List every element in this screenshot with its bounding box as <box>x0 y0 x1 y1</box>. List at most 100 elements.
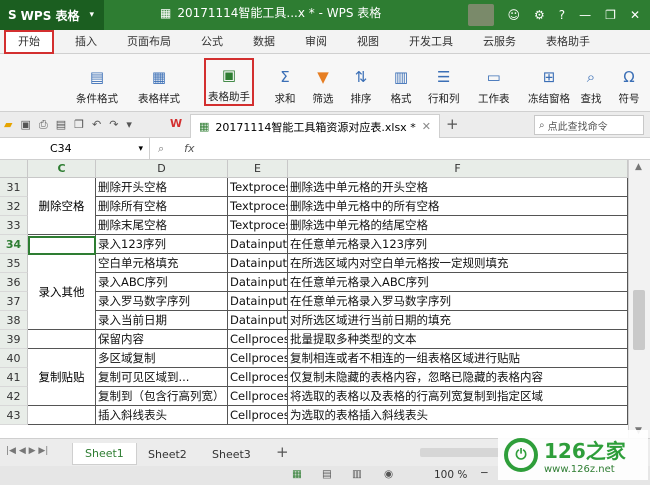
formula-input[interactable] <box>195 139 650 159</box>
spreadsheet-grid[interactable]: C D E F 31 删除开头空格Textprocess删除选中单元格的开头空格 3… <box>0 160 628 438</box>
sheet-tab-2[interactable]: Sheet2 <box>136 443 199 465</box>
find-button[interactable]: ⌕ 查找 <box>580 58 602 106</box>
table-cell-c[interactable] <box>28 330 96 349</box>
document-title-tab[interactable]: ▦ 20171114智能工具...x * - WPS 表格 <box>160 4 381 21</box>
row-header[interactable]: 40 <box>0 349 28 368</box>
tab-home[interactable]: 开始 <box>4 29 54 54</box>
row-header[interactable]: 37 <box>0 292 28 311</box>
tab-cloud[interactable]: 云服务 <box>468 30 531 54</box>
table-cell-e[interactable]: Textprocess <box>228 197 288 216</box>
table-cell-f[interactable]: 在所选区域内对空白单元格按一定规则填充 <box>288 254 628 273</box>
name-box[interactable]: C34 ▾ <box>0 137 150 160</box>
table-cell-e[interactable]: Cellprocess <box>228 349 288 368</box>
freeze-panes-button[interactable]: ⊞ 冻结窗格 <box>528 58 570 106</box>
wps-w-icon[interactable]: W <box>170 117 182 130</box>
copy-icon[interactable]: ❐ <box>74 118 84 132</box>
tab-table-assistant[interactable]: 表格助手 <box>531 30 605 54</box>
zoom-out-icon[interactable]: − <box>480 467 489 479</box>
table-cell-d[interactable]: 删除末尾空格 <box>96 216 228 235</box>
active-cell-highlight[interactable] <box>28 236 96 255</box>
zoom-level[interactable]: 100 % <box>434 469 467 481</box>
table-cell-e[interactable]: Datainput <box>228 273 288 292</box>
table-cell-e[interactable]: Cellprocess <box>228 330 288 349</box>
sheet-tab-3[interactable]: Sheet3 <box>200 443 263 465</box>
fx-button[interactable]: fx <box>164 142 194 155</box>
filter-button[interactable]: ▼ 筛选 <box>312 58 334 106</box>
row-header[interactable]: 39 <box>0 330 28 349</box>
reading-view-icon[interactable]: ◉ <box>384 468 393 480</box>
more-icon[interactable]: ▾ <box>126 118 132 132</box>
add-sheet-button[interactable]: + <box>276 443 289 461</box>
table-cell-d[interactable]: 录入123序列 <box>96 235 228 254</box>
table-cell-f[interactable]: 对所选区域进行当前日期的填充 <box>288 311 628 330</box>
table-cell-d[interactable]: 删除所有空格 <box>96 197 228 216</box>
table-cell-f[interactable]: 在任意单元格录入罗马数字序列 <box>288 292 628 311</box>
sheet-tab-1[interactable]: Sheet1 <box>72 443 137 465</box>
row-header[interactable]: 34 <box>0 235 28 254</box>
tab-review[interactable]: 审阅 <box>290 30 342 54</box>
preview-icon[interactable]: ▤ <box>56 118 66 132</box>
table-cell-d[interactable]: 插入斜线表头 <box>96 406 228 425</box>
format-button[interactable]: ▥ 格式 <box>390 58 412 106</box>
column-header-f[interactable]: F <box>288 160 628 178</box>
table-cell-d[interactable]: 多区域复制 <box>96 349 228 368</box>
select-all-corner[interactable] <box>0 160 28 178</box>
table-cell-d[interactable]: 录入ABC序列 <box>96 273 228 292</box>
page-break-view-icon[interactable]: ▥ <box>352 468 362 480</box>
file-tab[interactable]: ▦ 20171114智能工具箱资源对应表.xlsx * ✕ <box>190 114 440 138</box>
table-cell-f[interactable]: 为选取的表格插入斜线表头 <box>288 406 628 425</box>
table-cell-e[interactable]: Datainput <box>228 292 288 311</box>
table-assistant-button[interactable]: ▣ 表格助手 <box>204 58 254 106</box>
tab-data[interactable]: 数据 <box>238 30 290 54</box>
tab-insert[interactable]: 插入 <box>60 30 112 54</box>
table-cell-e[interactable]: Cellprocess <box>228 368 288 387</box>
row-header[interactable]: 38 <box>0 311 28 330</box>
worksheet-button[interactable]: ▭ 工作表 <box>478 58 510 106</box>
sort-button[interactable]: ⇅ 排序 <box>350 58 372 106</box>
restore-button[interactable]: ❐ <box>605 8 616 22</box>
tab-developer[interactable]: 开发工具 <box>394 30 468 54</box>
table-cell-d[interactable]: 空白单元格填充 <box>96 254 228 273</box>
table-cell-e[interactable]: Textprocess <box>228 178 288 197</box>
tab-view[interactable]: 视图 <box>342 30 394 54</box>
merged-cell-group1[interactable]: 删除空格 <box>28 178 96 235</box>
table-cell-d[interactable]: 录入当前日期 <box>96 311 228 330</box>
table-cell-d[interactable]: 录入罗马数字序列 <box>96 292 228 311</box>
scrollbar-thumb[interactable] <box>633 290 645 350</box>
table-cell-f[interactable]: 在任意单元格录入123序列 <box>288 235 628 254</box>
app-menu-button[interactable]: S WPS 表格 ▾ <box>0 0 104 30</box>
row-header[interactable]: 41 <box>0 368 28 387</box>
vertical-scrollbar[interactable]: ▲ ▼ <box>628 160 650 438</box>
settings-icon[interactable]: ⚙ <box>534 8 545 22</box>
help-icon[interactable]: ? <box>559 8 565 22</box>
column-header-e[interactable]: E <box>228 160 288 178</box>
undo-icon[interactable]: ↶ <box>92 118 101 132</box>
first-sheet-icon[interactable]: |◀ ◀ ▶ ▶| <box>6 446 48 456</box>
tab-formulas[interactable]: 公式 <box>186 30 238 54</box>
table-cell-f[interactable]: 在任意单元格录入ABC序列 <box>288 273 628 292</box>
table-cell-e[interactable]: Datainput <box>228 311 288 330</box>
table-cell-d[interactable]: 复制可见区域到... <box>96 368 228 387</box>
sum-button[interactable]: Σ 求和 <box>274 58 296 106</box>
page-layout-view-icon[interactable]: ▤ <box>322 468 332 480</box>
column-header-d[interactable]: D <box>96 160 228 178</box>
row-header[interactable]: 33 <box>0 216 28 235</box>
row-header[interactable]: 36 <box>0 273 28 292</box>
new-tab-button[interactable]: + <box>446 115 459 133</box>
column-header-c[interactable]: C <box>28 160 96 178</box>
minimize-button[interactable]: — <box>579 8 591 22</box>
table-cell-f[interactable]: 复制相连或者不相连的一组表格区域进行贴贴 <box>288 349 628 368</box>
table-cell-f[interactable]: 删除选中单元格的开头空格 <box>288 178 628 197</box>
row-header[interactable]: 32 <box>0 197 28 216</box>
merged-cell-group3[interactable]: 复制贴贴 <box>28 349 96 406</box>
table-cell-e[interactable]: Cellprocess <box>228 406 288 425</box>
row-header[interactable]: 43 <box>0 406 28 425</box>
table-cell-e[interactable]: Datainput <box>228 254 288 273</box>
conditional-format-button[interactable]: ▤ 条件格式 <box>76 58 118 106</box>
table-style-button[interactable]: ▦ 表格样式 <box>138 58 180 106</box>
close-button[interactable]: ✕ <box>630 8 640 22</box>
table-cell-e[interactable]: Cellprocess <box>228 387 288 406</box>
print-icon[interactable]: ⎙ <box>39 118 48 132</box>
skin-icon[interactable]: ☺ <box>508 8 521 22</box>
table-cell-d[interactable]: 复制到（包含行高列宽） <box>96 387 228 406</box>
